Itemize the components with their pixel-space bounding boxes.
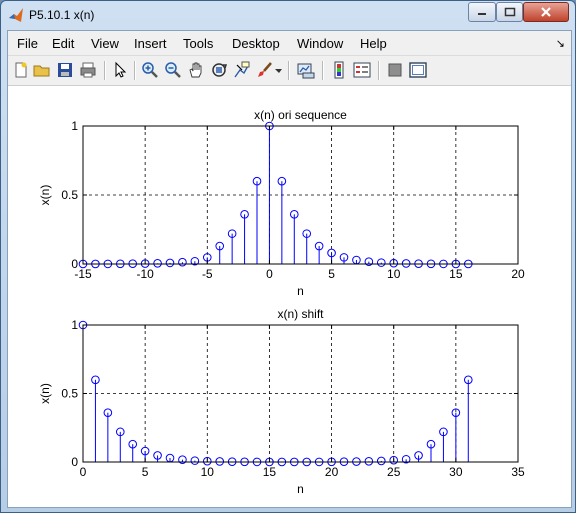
print-icon[interactable] bbox=[79, 61, 97, 79]
plot-1-x-tick-label: 5 bbox=[328, 267, 335, 281]
client-area: File Edit View Insert Tools Desktop Wind… bbox=[7, 30, 572, 508]
plot-1-x-label: n bbox=[297, 284, 304, 298]
plot-1-x-tick-label: 10 bbox=[387, 267, 401, 281]
menu-edit[interactable]: Edit bbox=[52, 36, 74, 51]
rotate-3d-icon[interactable] bbox=[210, 61, 228, 79]
plot-2-x-tick-label: 0 bbox=[80, 465, 87, 479]
plot-2-title: x(n) shift bbox=[277, 307, 324, 321]
menu-desktop[interactable]: Desktop bbox=[232, 36, 280, 51]
hide-plot-tools-icon[interactable] bbox=[386, 61, 404, 79]
toolbar-separator bbox=[378, 61, 380, 80]
menu-help[interactable]: Help bbox=[360, 36, 387, 51]
open-file-icon[interactable] bbox=[33, 61, 51, 79]
plot-area[interactable]: -15 -10 -5 0 5 10 15 2000.51x(n) ori sequencenx… bbox=[8, 86, 571, 507]
plot-1-y-tick-label: 1 bbox=[71, 119, 78, 133]
window-title: P5.10.1 x(n) bbox=[29, 8, 95, 22]
matlab-icon bbox=[9, 8, 23, 22]
plot-1-y-tick-label: 0.5 bbox=[61, 188, 78, 202]
edit-plot-arrow-icon[interactable] bbox=[111, 61, 129, 79]
figure-canvas: -15 -10 -5 0 5 10 15 20 0 0.5 1 x(n) ori sequence n x… bbox=[8, 86, 571, 507]
plot-2-y-tick-label: 0 bbox=[71, 455, 78, 469]
close-icon bbox=[541, 7, 551, 17]
plot-1-x-tick-label: 20 bbox=[511, 267, 525, 281]
toolbar-separator bbox=[322, 61, 324, 80]
close-button[interactable] bbox=[523, 2, 569, 22]
figure-toolbar bbox=[8, 56, 571, 86]
plot-2-x-tick-label: 35 bbox=[511, 465, 525, 479]
toolbar-separator bbox=[134, 61, 136, 80]
plot-1-title: x(n) ori sequence bbox=[254, 108, 347, 122]
zoom-in-icon[interactable] bbox=[141, 61, 159, 79]
plot-1-x-tick-label: -5 bbox=[202, 267, 213, 281]
plot-2-x-tick-label: 10 bbox=[201, 465, 215, 479]
plot-2-x-tick-label: 15 bbox=[263, 465, 277, 479]
menu-file[interactable]: File bbox=[17, 36, 38, 51]
toolbar-separator bbox=[104, 61, 106, 80]
title-bar[interactable]: P5.10.1 x(n) bbox=[1, 1, 575, 30]
plot-2-x-tick-label: 25 bbox=[387, 465, 401, 479]
plot-2-x-tick-label: 20 bbox=[325, 465, 339, 479]
insert-colorbar-icon[interactable] bbox=[330, 61, 348, 79]
plot-1-x-tick-label: 15 bbox=[449, 267, 463, 281]
show-plot-tools-icon[interactable] bbox=[409, 61, 427, 79]
new-figure-icon[interactable] bbox=[12, 61, 30, 79]
menu-window[interactable]: Window bbox=[297, 36, 343, 51]
plot-2-y-label: x(n) bbox=[38, 383, 52, 404]
plot-1-y-label: x(n) bbox=[38, 185, 52, 206]
plot-2-x-tick-label: 5 bbox=[142, 465, 149, 479]
maximize-icon bbox=[504, 7, 515, 17]
plot-1-y-tick-label: 0 bbox=[71, 257, 78, 271]
pan-hand-icon[interactable] bbox=[187, 61, 205, 79]
plot-1-x-tick-label: -10 bbox=[136, 267, 154, 281]
save-icon[interactable] bbox=[56, 61, 74, 79]
minimize-icon bbox=[478, 13, 486, 15]
insert-legend-icon[interactable] bbox=[353, 61, 371, 79]
maximize-button[interactable] bbox=[496, 2, 523, 22]
menu-bar: File Edit View Insert Tools Desktop Wind… bbox=[8, 31, 571, 56]
menu-tools[interactable]: Tools bbox=[183, 36, 213, 51]
plot-2-x-label: n bbox=[297, 482, 304, 496]
zoom-out-icon[interactable] bbox=[164, 61, 182, 79]
figure-window: P5.10.1 x(n) File Edit View Insert Tools… bbox=[0, 0, 576, 513]
plot-1-x-tick-label: 0 bbox=[266, 267, 273, 281]
brush-icon[interactable] bbox=[256, 61, 274, 79]
data-cursor-icon[interactable] bbox=[233, 61, 251, 79]
plot-2-y-tick-label: 1 bbox=[71, 318, 78, 332]
menu-insert[interactable]: Insert bbox=[134, 36, 167, 51]
brush-dropdown-icon[interactable] bbox=[274, 61, 283, 79]
minimize-button[interactable] bbox=[468, 2, 496, 22]
toolbar-separator bbox=[288, 61, 290, 80]
menu-view[interactable]: View bbox=[91, 36, 119, 51]
plot-2-y-tick-label: 0.5 bbox=[61, 387, 78, 401]
dock-figure-icon[interactable]: ↘ bbox=[556, 37, 565, 50]
link-plot-icon[interactable] bbox=[297, 61, 315, 79]
plot-2-x-tick-label: 30 bbox=[449, 465, 463, 479]
